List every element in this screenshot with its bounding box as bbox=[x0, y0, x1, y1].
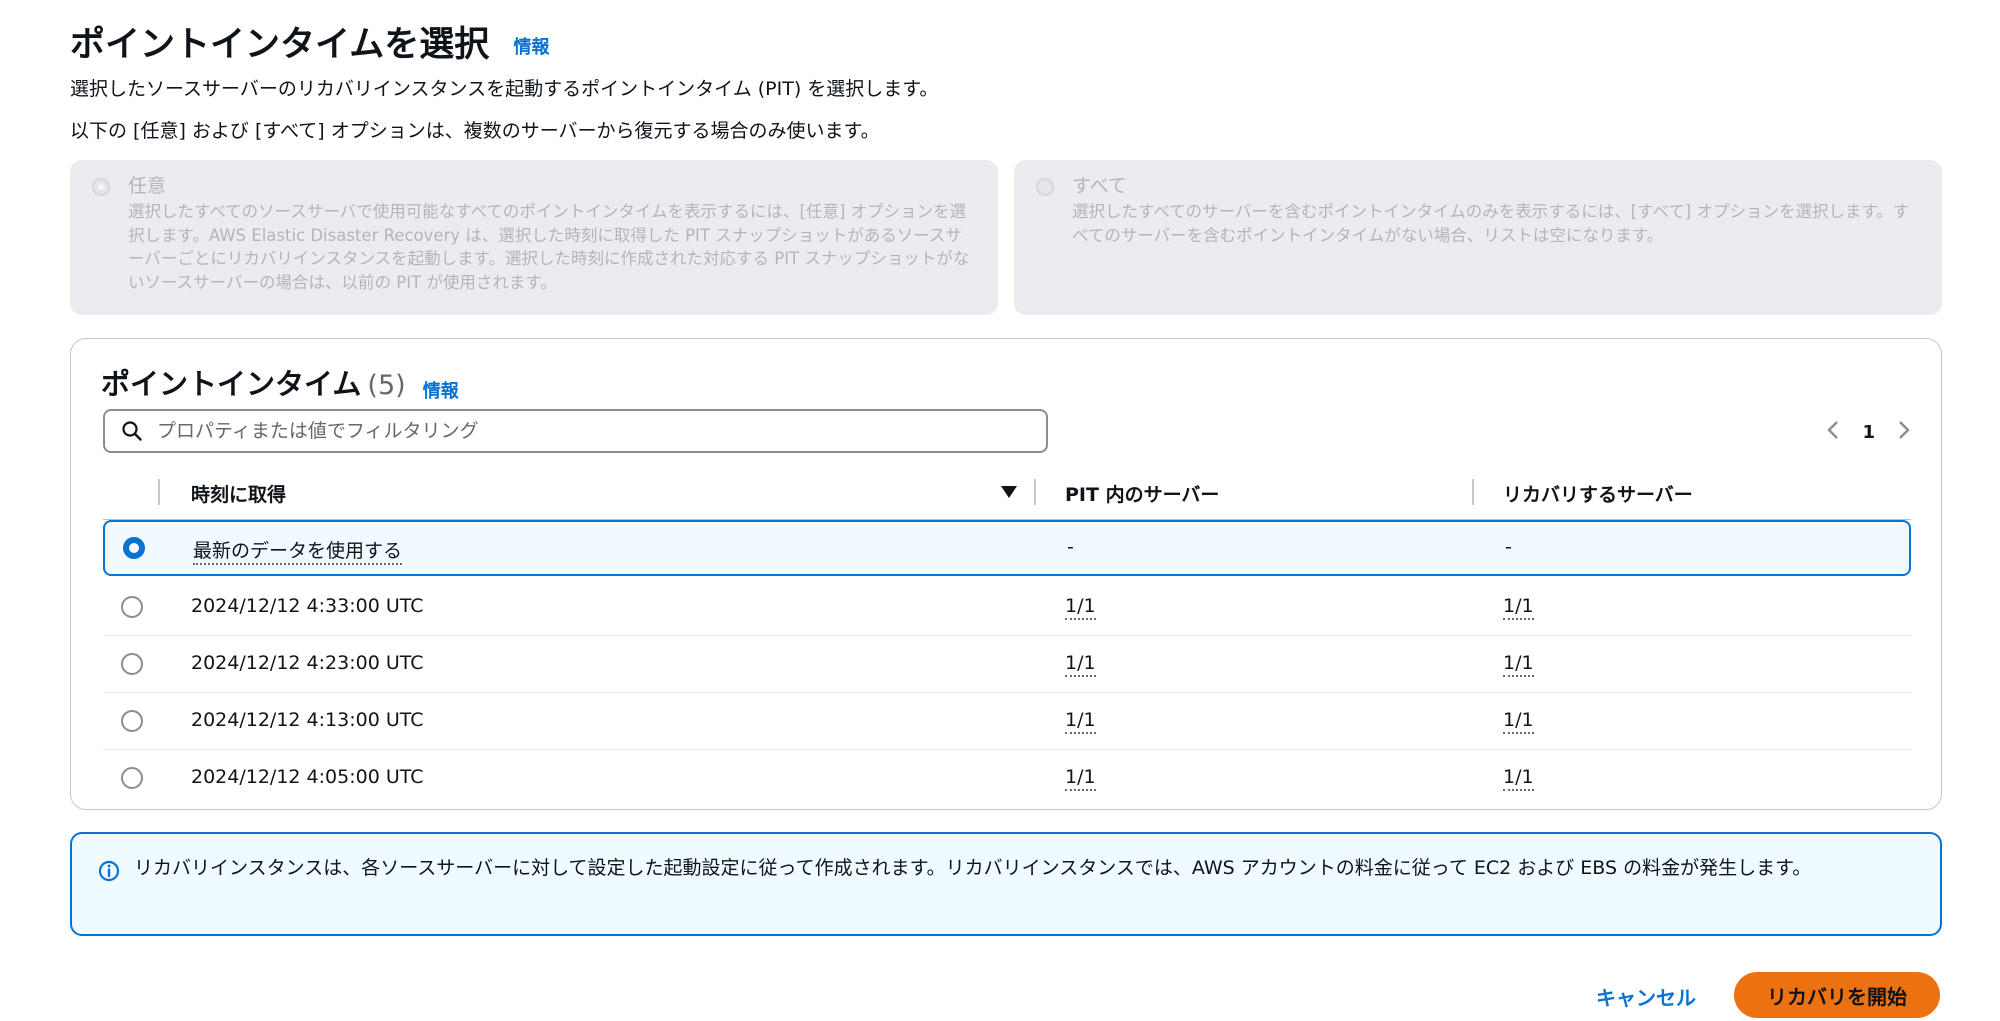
row-time: 最新のデータを使用する bbox=[193, 536, 403, 565]
row-pit-servers: 1/1 bbox=[1065, 652, 1096, 677]
row-recover-servers: 1/1 bbox=[1503, 595, 1534, 620]
column-header-time[interactable]: 時刻に取得 bbox=[191, 480, 286, 507]
recover-servers-popover[interactable]: 1/1 bbox=[1503, 709, 1534, 734]
table-row[interactable]: 2024/12/12 4:33:00 UTC 1/1 1/1 bbox=[103, 579, 1911, 636]
info-icon bbox=[98, 860, 120, 882]
row-recover-servers: 1/1 bbox=[1503, 709, 1534, 734]
page-number[interactable]: 1 bbox=[1862, 422, 1875, 443]
row-time: 2024/12/12 4:23:00 UTC bbox=[191, 652, 424, 674]
pit-table-count: (5) bbox=[367, 370, 406, 401]
row-recover-servers: 1/1 bbox=[1503, 766, 1534, 791]
alert-text: リカバリインスタンスは、各ソースサーバーに対して設定した起動設定に従って作成され… bbox=[134, 857, 1812, 879]
table-row[interactable]: 2024/12/12 4:05:00 UTC 1/1 1/1 bbox=[103, 750, 1911, 806]
recover-servers-popover[interactable]: 1/1 bbox=[1503, 652, 1534, 677]
pit-table-header: ポイントインタイム (5) 情報 bbox=[101, 361, 459, 403]
page-title-text: ポイントインタイムを選択 bbox=[70, 25, 490, 65]
option-all-radio bbox=[1036, 178, 1054, 196]
option-card-all: すべて 選択したすべてのサーバーを含むポイントインタイムのみを表示するには、[す… bbox=[1014, 160, 1942, 315]
column-divider[interactable] bbox=[1472, 479, 1474, 505]
option-all-title: すべて bbox=[1072, 175, 1127, 197]
pagination: 1 bbox=[1826, 419, 1911, 445]
table-row[interactable]: 最新のデータを使用する - - bbox=[103, 520, 1911, 576]
option-any-title: 任意 bbox=[128, 175, 167, 197]
cancel-button[interactable]: キャンセル bbox=[1584, 974, 1708, 1018]
pit-info-link[interactable]: 情報 bbox=[423, 381, 459, 402]
column-header-pit-servers: PIT 内のサーバー bbox=[1065, 484, 1220, 506]
row-radio[interactable] bbox=[121, 653, 143, 675]
option-all-description: 選択したすべてのサーバーを含むポイントインタイムのみを表示するには、[すべて] … bbox=[1072, 202, 1910, 245]
options-description: 以下の [任意] および [すべて] オプションは、複数のサーバーから復元する場… bbox=[70, 120, 880, 142]
filter-input[interactable] bbox=[155, 419, 1009, 443]
recover-servers-popover[interactable]: 1/1 bbox=[1503, 766, 1534, 791]
column-header-recover-servers: リカバリするサーバー bbox=[1503, 484, 1693, 506]
row-radio[interactable] bbox=[121, 767, 143, 789]
row-pit-servers: 1/1 bbox=[1065, 709, 1096, 734]
column-divider bbox=[158, 479, 160, 505]
row-recover-servers: - bbox=[1505, 536, 1512, 558]
page-title: ポイントインタイムを選択 情報 bbox=[70, 16, 550, 67]
pit-table: 時刻に取得 PIT 内のサーバー リカバリするサーバー 最新のデータを使用する … bbox=[103, 465, 1911, 806]
header-info-link[interactable]: 情報 bbox=[514, 37, 550, 58]
row-time: 2024/12/12 4:33:00 UTC bbox=[191, 595, 424, 617]
sort-down-icon[interactable] bbox=[1001, 486, 1017, 498]
option-any-description: 選択したすべてのソースサーバで使用可能なすべてのポイントインタイムを表示するには… bbox=[128, 202, 970, 292]
row-time: 2024/12/12 4:05:00 UTC bbox=[191, 766, 424, 788]
option-any-radio bbox=[92, 178, 110, 196]
pit-servers-popover[interactable]: 1/1 bbox=[1065, 766, 1096, 791]
pit-servers-popover[interactable]: 1/1 bbox=[1065, 652, 1096, 677]
filter-box[interactable] bbox=[103, 409, 1048, 453]
row-radio[interactable] bbox=[121, 710, 143, 732]
search-icon bbox=[122, 421, 142, 441]
chevron-left-icon[interactable] bbox=[1826, 419, 1840, 445]
row-pit-servers: 1/1 bbox=[1065, 766, 1096, 791]
table-header-row: 時刻に取得 PIT 内のサーバー リカバリするサーバー bbox=[103, 465, 1911, 520]
pit-servers-popover[interactable]: 1/1 bbox=[1065, 595, 1096, 620]
recover-servers-popover[interactable]: 1/1 bbox=[1503, 595, 1534, 620]
chevron-right-icon[interactable] bbox=[1897, 419, 1911, 445]
row-recover-servers: 1/1 bbox=[1503, 652, 1534, 677]
option-card-any: 任意 選択したすべてのソースサーバで使用可能なすべてのポイントインタイムを表示す… bbox=[70, 160, 998, 315]
row-radio[interactable] bbox=[123, 537, 145, 559]
pit-table-container: ポイントインタイム(5) 情報 1 時刻に取得 PIT 内のサーバー リカバリす… bbox=[70, 338, 1942, 810]
table-row[interactable]: 2024/12/12 4:13:00 UTC 1/1 1/1 bbox=[103, 693, 1911, 750]
pit-table-title: ポイントインタイム bbox=[101, 367, 362, 401]
info-alert: リカバリインスタンスは、各ソースサーバーに対して設定した起動設定に従って作成され… bbox=[70, 832, 1942, 936]
start-recovery-button[interactable]: リカバリを開始 bbox=[1734, 972, 1940, 1018]
row-time: 2024/12/12 4:13:00 UTC bbox=[191, 709, 424, 731]
row-pit-servers: - bbox=[1067, 536, 1074, 558]
latest-data-link[interactable]: 最新のデータを使用する bbox=[193, 540, 403, 565]
page-description: 選択したソースサーバーのリカバリインスタンスを起動するポイントインタイム (PI… bbox=[70, 78, 939, 100]
column-divider[interactable] bbox=[1034, 479, 1036, 505]
table-row[interactable]: 2024/12/12 4:23:00 UTC 1/1 1/1 bbox=[103, 636, 1911, 693]
pit-servers-popover[interactable]: 1/1 bbox=[1065, 709, 1096, 734]
row-pit-servers: 1/1 bbox=[1065, 595, 1096, 620]
row-radio[interactable] bbox=[121, 596, 143, 618]
